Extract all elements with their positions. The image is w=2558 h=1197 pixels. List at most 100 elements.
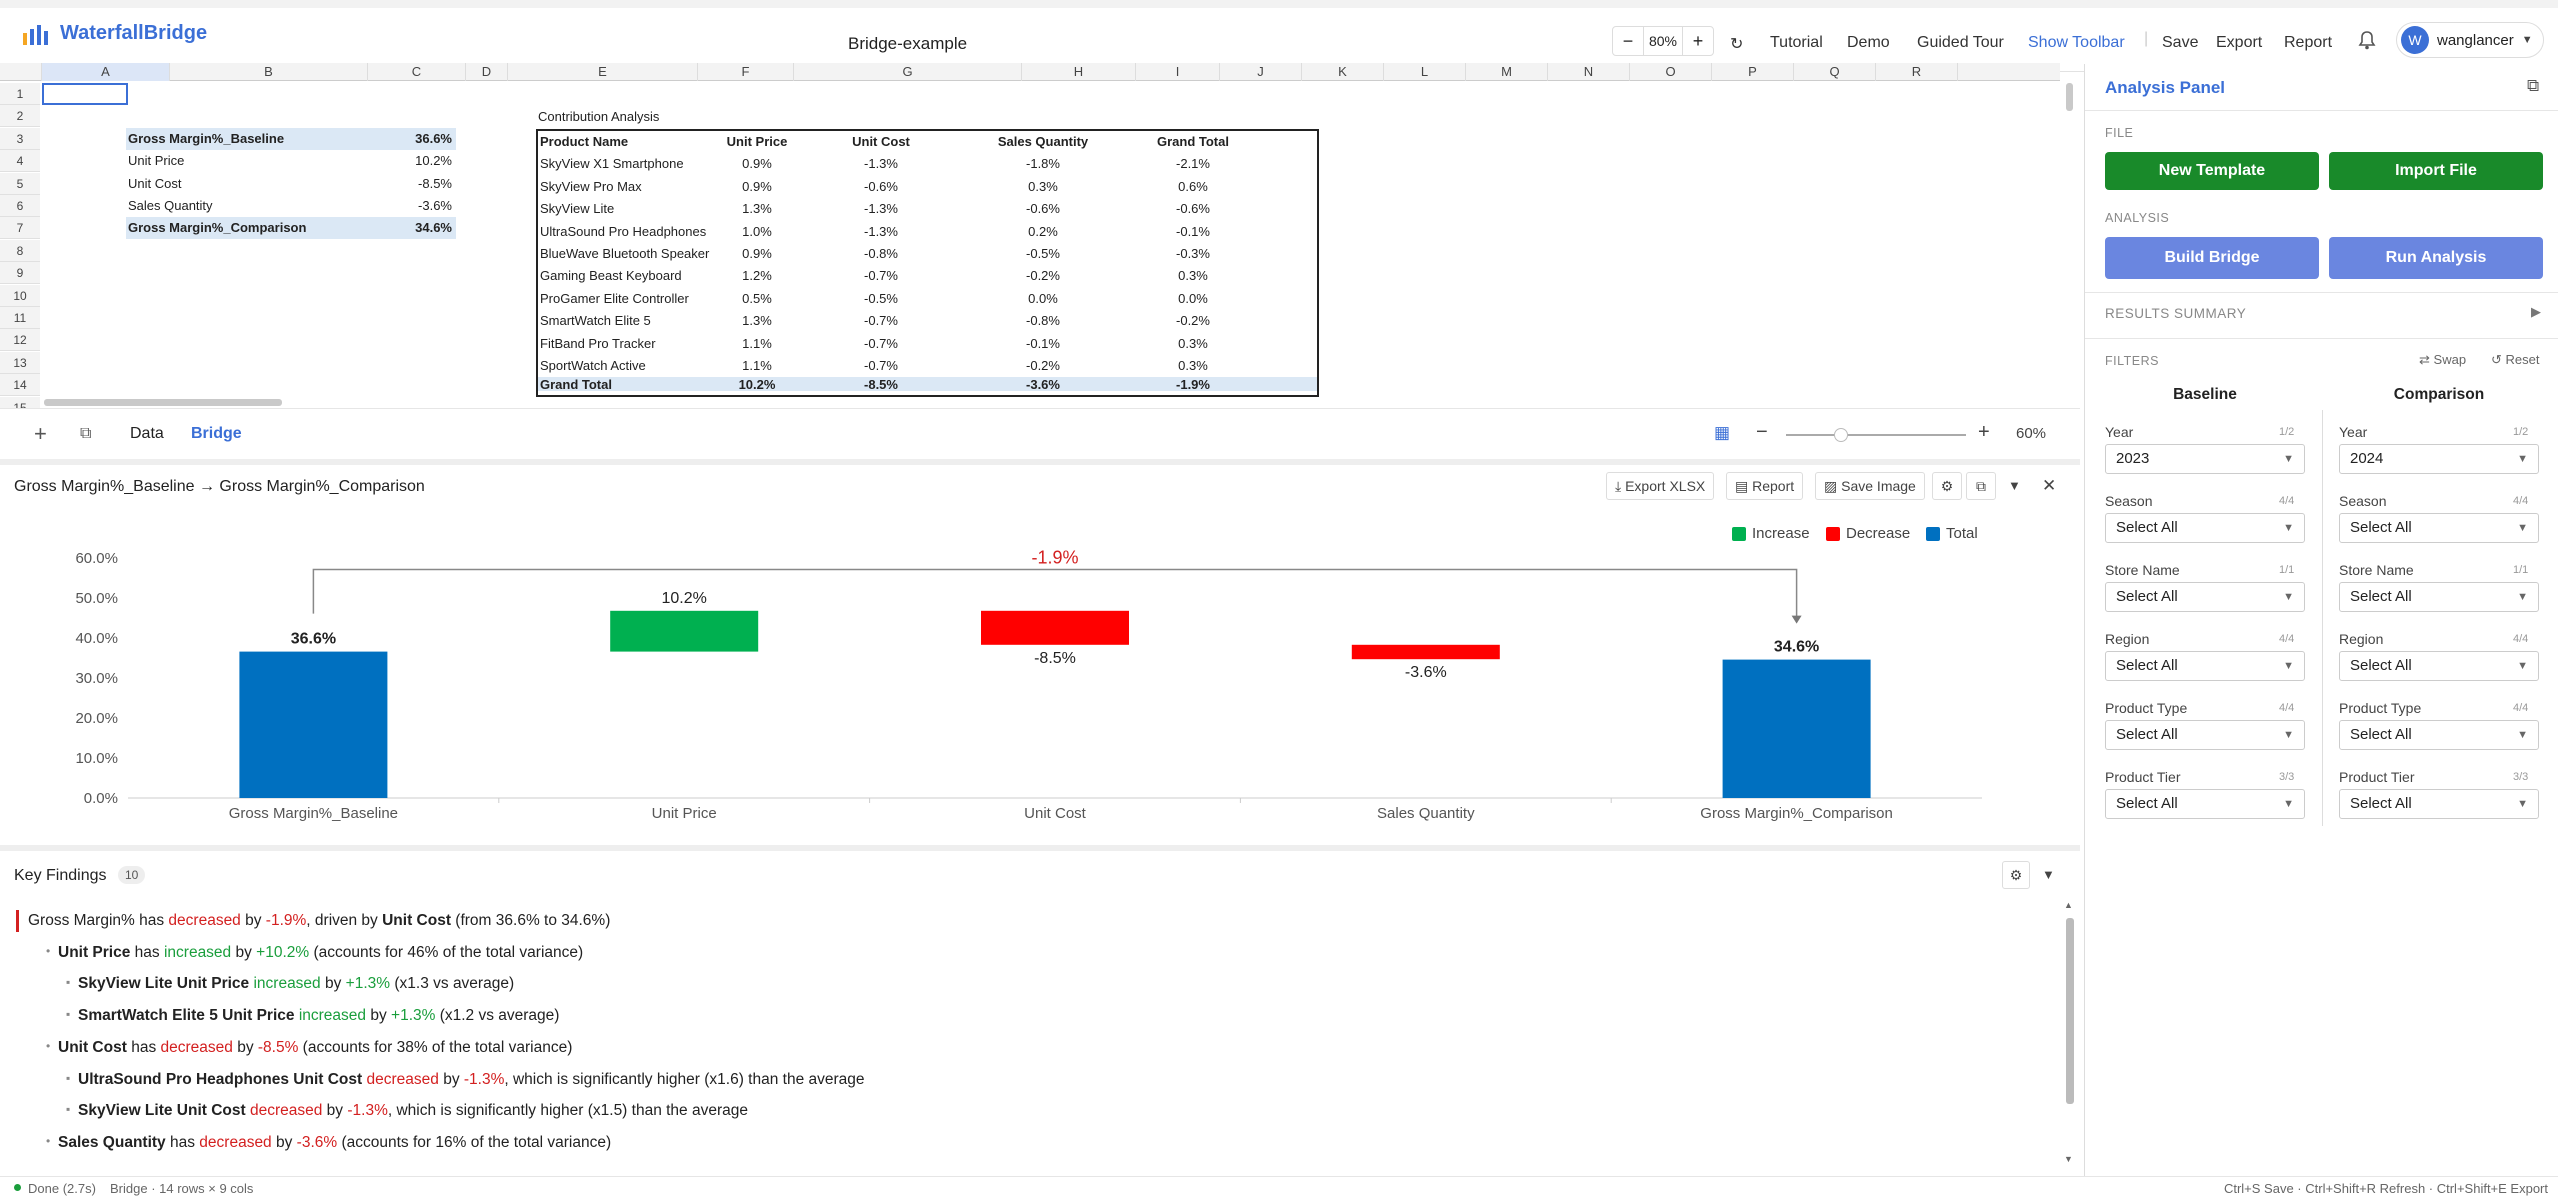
table-cell[interactable]: Gaming Beast Keyboard	[540, 265, 682, 287]
table-header-cell[interactable]: Product Name	[540, 131, 628, 153]
new-template-button[interactable]: New Template	[2105, 152, 2319, 190]
table-cell[interactable]: 1.1%	[702, 333, 812, 355]
row-header-13[interactable]: 13	[0, 351, 40, 374]
row-header-10[interactable]: 10	[0, 284, 40, 307]
column-header-G[interactable]: G	[794, 63, 1022, 81]
table-cell[interactable]: 0.0%	[1138, 288, 1248, 310]
filter-select-comparison[interactable]: Select All ▼	[2339, 513, 2539, 543]
summary-value[interactable]: 34.6%	[380, 217, 452, 239]
resize-handle-bottom[interactable]	[0, 845, 2080, 851]
export-xlsx-button[interactable]: ⤓ Export XLSX	[1606, 472, 1715, 500]
filter-icon[interactable]: ▼	[2008, 478, 2021, 493]
scroll-down-icon[interactable]: ▼	[2064, 1154, 2073, 1164]
column-header-B[interactable]: B	[170, 63, 368, 81]
table-cell[interactable]: -1.3%	[826, 221, 936, 243]
resize-handle-top[interactable]	[0, 459, 2080, 465]
table-cell[interactable]: SkyView Pro Max	[540, 176, 642, 198]
table-cell[interactable]: 0.2%	[988, 221, 1098, 243]
run-analysis-button[interactable]: Run Analysis	[2329, 237, 2543, 279]
table-header-cell[interactable]: Unit Price	[702, 131, 812, 153]
column-header-F[interactable]: F	[698, 63, 794, 81]
row-header-11[interactable]: 11	[0, 307, 40, 329]
filter-select-baseline[interactable]: Select All ▼	[2105, 651, 2305, 681]
row-header-6[interactable]: 6	[0, 195, 40, 217]
filter-select-baseline[interactable]: Select All ▼	[2105, 582, 2305, 612]
save-link[interactable]: Save	[2162, 34, 2198, 52]
table-total-cell[interactable]: Grand Total	[540, 374, 612, 396]
table-cell[interactable]: UltraSound Pro Headphones	[540, 221, 706, 243]
column-header-K[interactable]: K	[1302, 63, 1384, 81]
filter-select-baseline[interactable]: Select All ▼	[2105, 513, 2305, 543]
table-cell[interactable]: -0.7%	[826, 265, 936, 287]
collapse-findings-icon[interactable]: ▼	[2042, 867, 2055, 882]
row-header-3[interactable]: 3	[0, 127, 40, 150]
summary-value[interactable]: -3.6%	[380, 195, 452, 217]
table-cell[interactable]: -0.7%	[826, 310, 936, 332]
table-cell[interactable]: -1.3%	[826, 198, 936, 220]
table-cell[interactable]: -0.1%	[1138, 221, 1248, 243]
row-header-7[interactable]: 7	[0, 217, 40, 240]
close-icon[interactable]: ✕	[2042, 476, 2056, 496]
table-cell[interactable]: ProGamer Elite Controller	[540, 288, 689, 310]
table-cell[interactable]: -0.1%	[988, 333, 1098, 355]
guided-tour-link[interactable]: Guided Tour	[1917, 34, 2004, 52]
horizontal-scrollbar[interactable]	[44, 399, 282, 406]
row-header-8[interactable]: 8	[0, 239, 40, 262]
export-link[interactable]: Export	[2216, 34, 2262, 52]
vertical-scrollbar[interactable]	[2066, 83, 2073, 111]
table-cell[interactable]: BlueWave Bluetooth Speaker	[540, 243, 709, 265]
column-header-H[interactable]: H	[1022, 63, 1136, 81]
column-header-L[interactable]: L	[1384, 63, 1466, 81]
tab-bridge[interactable]: Bridge	[191, 425, 242, 443]
grid-icon[interactable]: ▦	[1714, 423, 1730, 443]
import-file-button[interactable]: Import File	[2329, 152, 2543, 190]
column-header-J[interactable]: J	[1220, 63, 1302, 81]
column-header-P[interactable]: P	[1712, 63, 1794, 81]
results-summary-toggle[interactable]: RESULTS SUMMARY	[2105, 306, 2246, 321]
demo-link[interactable]: Demo	[1847, 34, 1890, 52]
zoom-in-sheet-button[interactable]: +	[1978, 421, 1990, 444]
table-cell[interactable]: -2.1%	[1138, 153, 1248, 175]
zoom-out-button[interactable]: −	[1613, 27, 1643, 55]
table-cell[interactable]: -0.6%	[1138, 198, 1248, 220]
reset-button[interactable]: ↺ Reset	[2491, 352, 2540, 368]
table-cell[interactable]: -0.5%	[988, 243, 1098, 265]
filter-select-baseline[interactable]: Select All ▼	[2105, 789, 2305, 819]
table-cell[interactable]: 0.5%	[702, 288, 812, 310]
table-cell[interactable]: 0.3%	[1138, 333, 1248, 355]
caret-right-icon[interactable]: ▶	[2531, 304, 2541, 320]
table-header-cell[interactable]: Unit Cost	[826, 131, 936, 153]
table-cell[interactable]: -0.2%	[988, 265, 1098, 287]
table-cell[interactable]: -0.2%	[1138, 310, 1248, 332]
zoom-in-button[interactable]: +	[1683, 27, 1713, 55]
table-header-cell[interactable]: Grand Total	[1138, 131, 1248, 153]
column-header-A[interactable]: A	[42, 63, 170, 81]
table-total-cell[interactable]: 10.2%	[702, 374, 812, 396]
build-bridge-button[interactable]: Build Bridge	[2105, 237, 2319, 279]
table-cell[interactable]: -0.3%	[1138, 243, 1248, 265]
show-toolbar-link[interactable]: Show Toolbar	[2028, 34, 2125, 52]
scroll-up-icon[interactable]: ▲	[2064, 900, 2073, 910]
refresh-icon[interactable]: ↻	[1730, 34, 1743, 54]
table-total-cell[interactable]: -3.6%	[988, 374, 1098, 396]
summary-value[interactable]: 36.6%	[380, 128, 452, 150]
report-link[interactable]: Report	[2284, 34, 2332, 52]
table-cell[interactable]: -0.5%	[826, 288, 936, 310]
findings-settings-button[interactable]: ⚙	[2002, 861, 2030, 889]
filter-select-comparison[interactable]: 2024 ▼	[2339, 444, 2539, 474]
table-cell[interactable]: SkyView X1 Smartphone	[540, 153, 684, 175]
column-header-O[interactable]: O	[1630, 63, 1712, 81]
table-cell[interactable]: 0.9%	[702, 153, 812, 175]
user-menu[interactable]: W wanglancer ▼	[2396, 22, 2544, 58]
row-header-1[interactable]: 1	[0, 83, 40, 105]
column-header-I[interactable]: I	[1136, 63, 1220, 81]
document-title[interactable]: Bridge-example	[848, 34, 967, 54]
table-cell[interactable]: SkyView Lite	[540, 198, 614, 220]
summary-value[interactable]: 10.2%	[380, 150, 452, 172]
column-header-D[interactable]: D	[466, 63, 508, 81]
findings-scroll-thumb[interactable]	[2066, 918, 2074, 1104]
table-cell[interactable]: -1.3%	[826, 153, 936, 175]
table-cell[interactable]: 0.3%	[1138, 265, 1248, 287]
row-header-4[interactable]: 4	[0, 150, 40, 173]
table-cell[interactable]: -0.7%	[826, 333, 936, 355]
